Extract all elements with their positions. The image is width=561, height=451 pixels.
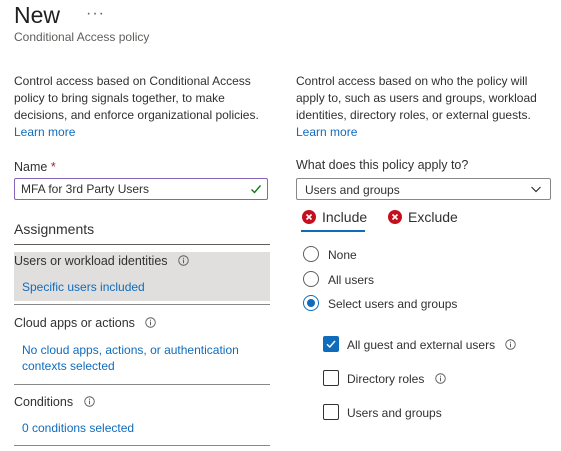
tab-include-underline [301, 230, 365, 232]
right-description: Control access based on who the policy w… [296, 73, 537, 141]
section-apps-title-text: Cloud apps or actions [14, 316, 135, 330]
checkbox-directory-roles-label: Directory roles [347, 372, 446, 386]
applies-to-value: Users and groups [305, 183, 400, 197]
divider [14, 445, 270, 446]
right-description-line: Control access based on who the policy w… [296, 74, 528, 88]
section-apps-value-line: No cloud apps, actions, or authenticatio… [22, 343, 239, 357]
radio-select-users-and-groups[interactable] [303, 295, 319, 311]
page-subtitle: Conditional Access policy [14, 30, 150, 44]
divider [14, 384, 270, 385]
tab-exclude-label: Exclude [408, 209, 458, 225]
tab-include[interactable]: Include [302, 209, 367, 225]
section-conditions-title: Conditions [14, 395, 95, 409]
assignments-heading: Assignments [14, 221, 95, 237]
name-label-text: Name [14, 160, 48, 174]
radio-all-users-label: All users [328, 273, 375, 287]
left-description: Control access based on Conditional Acce… [14, 73, 259, 141]
checkmark-icon [326, 340, 336, 349]
section-apps-value-link[interactable]: No cloud apps, actions, or authenticatio… [22, 342, 239, 374]
info-icon[interactable] [178, 255, 189, 266]
name-field[interactable] [21, 182, 241, 196]
info-icon[interactable] [83, 396, 95, 407]
divider [14, 244, 270, 245]
applies-to-label: What does this policy apply to? [296, 158, 469, 172]
checkbox-directory-roles-label-text: Directory roles [347, 372, 425, 386]
tab-exclude[interactable]: Exclude [388, 209, 458, 225]
info-icon[interactable] [434, 373, 446, 384]
section-apps-title: Cloud apps or actions [14, 316, 157, 330]
right-description-line: apply to, such as users and groups, work… [296, 91, 537, 105]
section-apps-value-line: contexts selected [22, 359, 115, 373]
checkbox-users-and-groups-label: Users and groups [347, 406, 442, 420]
left-description-line: decisions, and enforce organizational po… [14, 108, 259, 122]
divider [14, 304, 270, 305]
section-users-title-text: Users or workload identities [14, 254, 168, 268]
section-users-title: Users or workload identities [14, 254, 189, 268]
right-learn-more-link[interactable]: Learn more [296, 124, 537, 141]
required-marker: * [50, 160, 56, 174]
tab-include-label: Include [322, 209, 368, 225]
left-description-line: Control access based on Conditional Acce… [14, 74, 251, 88]
section-conditions-value-link[interactable]: 0 conditions selected [22, 421, 134, 435]
valid-check-icon [251, 185, 262, 194]
checkbox-directory-roles[interactable] [323, 370, 339, 386]
section-users-value-link[interactable]: Specific users included [22, 280, 145, 294]
checkbox-all-guest-label: All guest and external users [347, 338, 517, 352]
chevron-down-icon [531, 186, 541, 193]
left-description-line: policy to bring signals together, to mak… [14, 91, 225, 105]
error-circle-icon [302, 210, 316, 224]
page-title: New [14, 2, 61, 28]
checkbox-users-and-groups[interactable] [323, 404, 339, 420]
info-icon[interactable] [505, 339, 517, 350]
info-icon[interactable] [145, 317, 157, 328]
checkbox-all-guest-external-users[interactable] [323, 336, 339, 352]
name-label: Name * [14, 160, 56, 174]
more-options-button[interactable]: ··· [86, 0, 105, 28]
radio-select-users-and-groups-label: Select users and groups [328, 297, 458, 311]
radio-none-label: None [328, 248, 357, 262]
name-field-container [14, 178, 268, 200]
left-learn-more-link[interactable]: Learn more [14, 124, 259, 141]
error-circle-icon [388, 210, 402, 224]
section-conditions-title-text: Conditions [14, 395, 74, 409]
radio-none[interactable] [303, 246, 319, 262]
radio-all-users[interactable] [303, 271, 319, 287]
right-description-line: identities, directory roles, or external… [296, 108, 531, 122]
applies-to-dropdown[interactable]: Users and groups [296, 178, 551, 200]
checkbox-all-guest-label-text: All guest and external users [347, 338, 496, 352]
